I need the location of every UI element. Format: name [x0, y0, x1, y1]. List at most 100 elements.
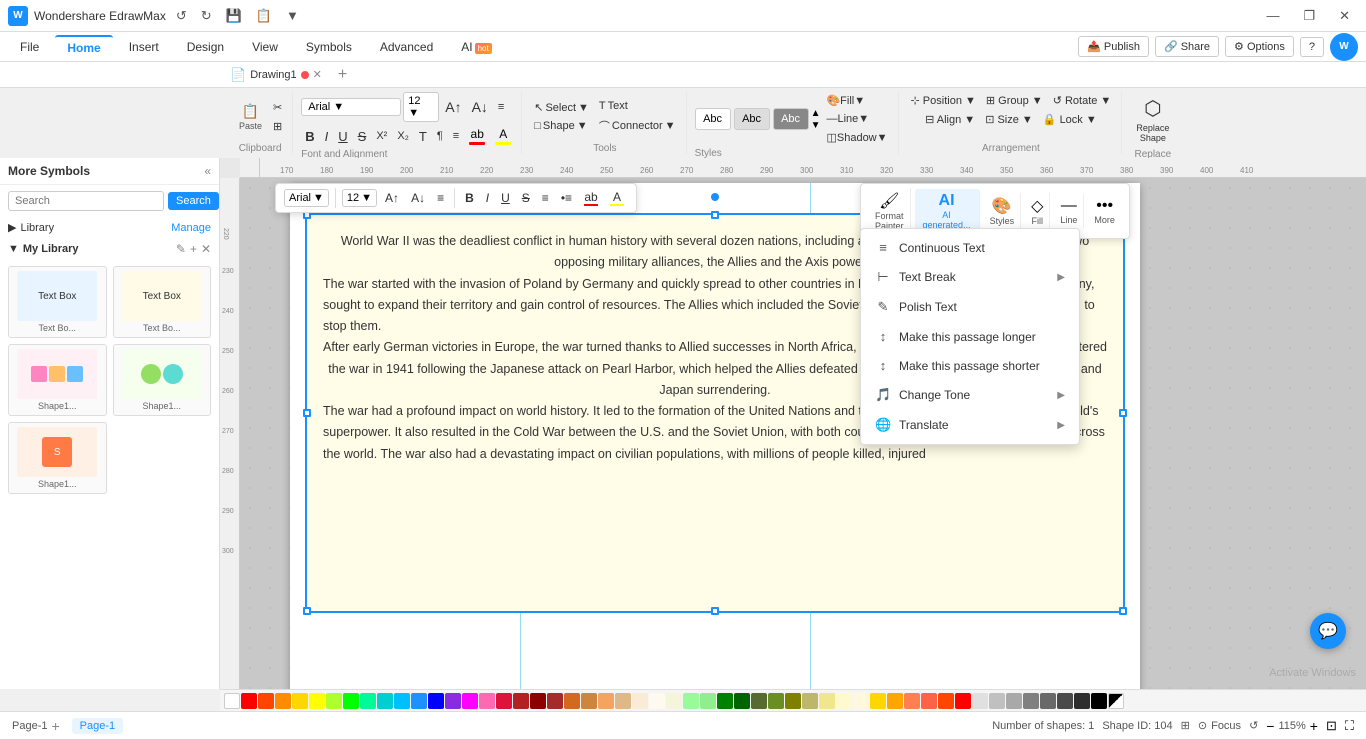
text-button[interactable]: T Text	[595, 98, 680, 114]
page-tab[interactable]: Page-1	[72, 718, 123, 734]
handle-bl[interactable]	[303, 607, 311, 615]
color-swatch-chocolate[interactable]	[564, 693, 580, 709]
lock-button[interactable]: 🔒 Lock ▼	[1039, 111, 1101, 128]
thumbnail-4[interactable]: Shape1...	[113, 344, 212, 416]
publish-button[interactable]: 📤 Publish	[1078, 36, 1149, 57]
fit-page-button[interactable]: ⊡	[1326, 718, 1337, 734]
color-swatch-white[interactable]	[224, 693, 240, 709]
color-swatch-spring[interactable]	[360, 693, 376, 709]
color-swatch-palegreen[interactable]	[683, 693, 699, 709]
options-button[interactable]: ⚙ Options	[1225, 36, 1294, 57]
color-swatch-teal[interactable]	[377, 693, 393, 709]
sidebar-library[interactable]: ▶ Library Manage	[0, 217, 219, 238]
color-swatch-hotpink[interactable]	[479, 693, 495, 709]
paragraph-button[interactable]: ¶	[433, 128, 447, 144]
add-page-button[interactable]: +	[51, 718, 59, 734]
ai-generated-button[interactable]: AI AI generated...	[915, 189, 980, 233]
handle-br[interactable]	[1119, 607, 1127, 615]
replace-shape-button[interactable]: ⬡ ReplaceShape	[1130, 92, 1175, 147]
color-swatch-black[interactable]	[1091, 693, 1107, 709]
color-swatch-brown[interactable]	[547, 693, 563, 709]
menu-change-tone[interactable]: 🎵 Change Tone ▶	[861, 380, 1079, 410]
my-library-add-button[interactable]: +	[190, 242, 197, 256]
color-swatch-greenyellow[interactable]	[326, 693, 342, 709]
color-swatch-peru[interactable]	[581, 693, 597, 709]
paste-button[interactable]: 📋Paste	[234, 100, 267, 134]
style-swatch-3[interactable]: Abc	[773, 108, 809, 130]
rotate-handle[interactable]	[711, 193, 719, 201]
color-swatch-green[interactable]	[717, 693, 733, 709]
color-swatch-blueviolet[interactable]	[445, 693, 461, 709]
color-swatch-darkred[interactable]	[530, 693, 546, 709]
superscript-button[interactable]: X²	[372, 128, 391, 144]
maximize-button[interactable]: ❐	[1295, 4, 1323, 28]
connector-button[interactable]: ⌒ Connector ▼	[595, 116, 680, 136]
my-library-edit-button[interactable]: ✎	[176, 242, 186, 256]
share-button[interactable]: 🔗 Share	[1155, 36, 1219, 57]
font-family-selector[interactable]: Arial ▼	[301, 98, 401, 116]
color-swatch-blue[interactable]	[411, 693, 427, 709]
help-button[interactable]: ?	[1300, 37, 1324, 57]
color-swatch-beige[interactable]	[666, 693, 682, 709]
color-swatch-orange-red[interactable]	[258, 693, 274, 709]
ft-bold-button[interactable]: B	[461, 189, 478, 207]
color-swatch-dimgray[interactable]	[1040, 693, 1056, 709]
sidebar-collapse-button[interactable]: «	[204, 164, 211, 178]
font-size-up-button[interactable]: A↑	[441, 97, 465, 117]
styles-down-button[interactable]: ▼	[811, 120, 821, 131]
add-tab-button[interactable]: +	[332, 66, 353, 84]
fill-button[interactable]: 🎨 Fill ▼	[822, 92, 891, 109]
position-button[interactable]: ⊹ Position ▼	[907, 92, 980, 109]
align-btn[interactable]: ⊟ Align ▼	[921, 111, 979, 128]
color-swatch-lightgreen[interactable]	[700, 693, 716, 709]
tab-symbols[interactable]: Symbols	[294, 36, 364, 58]
ai-fill-button[interactable]: ◇ Fill	[1025, 193, 1050, 229]
ft-underline-button[interactable]: U	[497, 189, 514, 207]
font-size-selector[interactable]: 12 ▼	[403, 92, 439, 122]
color-swatch-navy-blue[interactable]	[428, 693, 444, 709]
ft-list-bullet-button[interactable]: •≡	[557, 189, 576, 207]
search-input[interactable]	[8, 191, 164, 211]
more-button[interactable]: ••• More	[1088, 194, 1121, 228]
color-swatch-lemon[interactable]	[836, 693, 852, 709]
ft-highlight-button[interactable]: A	[606, 188, 628, 208]
font-color-button[interactable]: ab	[465, 125, 489, 147]
color-swatch-coral[interactable]	[904, 693, 920, 709]
doc-tab-drawing1[interactable]: 📄 Drawing1 ✕	[220, 63, 332, 87]
thumbnail-3[interactable]: Shape1...	[8, 344, 107, 416]
loop-button[interactable]: ↺	[1249, 719, 1258, 732]
underline-button[interactable]: U	[334, 127, 351, 146]
bold-button[interactable]: B	[301, 127, 318, 146]
color-swatch-light-gray[interactable]	[972, 693, 988, 709]
focus-button[interactable]: ⊙ Focus	[1198, 719, 1241, 732]
new-button[interactable]: 📋	[252, 6, 276, 26]
ft-font-down-button[interactable]: A↓	[407, 189, 429, 207]
strikethrough-button[interactable]: S	[354, 127, 371, 146]
color-swatch-tomato[interactable]	[921, 693, 937, 709]
style-swatch-1[interactable]: Abc	[695, 108, 731, 130]
ft-font-color-button[interactable]: ab	[580, 188, 602, 208]
color-swatch-floral[interactable]	[649, 693, 665, 709]
color-swatch-magenta[interactable]	[462, 693, 478, 709]
group-button[interactable]: ⊞ Group ▼	[982, 92, 1047, 109]
handle-tc[interactable]	[711, 211, 719, 219]
line-button[interactable]: — Line ▼	[822, 111, 891, 127]
search-button[interactable]: Search	[168, 192, 219, 210]
color-swatch-sandybrown[interactable]	[598, 693, 614, 709]
close-button[interactable]: ✕	[1331, 4, 1358, 28]
manage-link[interactable]: Manage	[171, 222, 211, 234]
italic-button[interactable]: I	[321, 127, 333, 146]
menu-translate[interactable]: 🌐 Translate ▶	[861, 410, 1079, 440]
my-library-close-button[interactable]: ✕	[201, 242, 211, 256]
layers-button[interactable]: ⊞	[1181, 719, 1190, 732]
thumbnail-1[interactable]: Text Box Text Bo...	[8, 266, 107, 338]
color-swatch-charcoal[interactable]	[1074, 693, 1090, 709]
align-button[interactable]: ≡	[494, 99, 508, 115]
zoom-in-button[interactable]: +	[1310, 718, 1318, 734]
cut-button[interactable]: ✂	[269, 99, 286, 116]
color-swatch-olive[interactable]	[768, 693, 784, 709]
minimize-button[interactable]: —	[1258, 4, 1287, 27]
color-swatch-red[interactable]	[241, 693, 257, 709]
styles-up-button[interactable]: ▲	[811, 108, 821, 119]
list-button[interactable]: ≡	[449, 128, 463, 144]
